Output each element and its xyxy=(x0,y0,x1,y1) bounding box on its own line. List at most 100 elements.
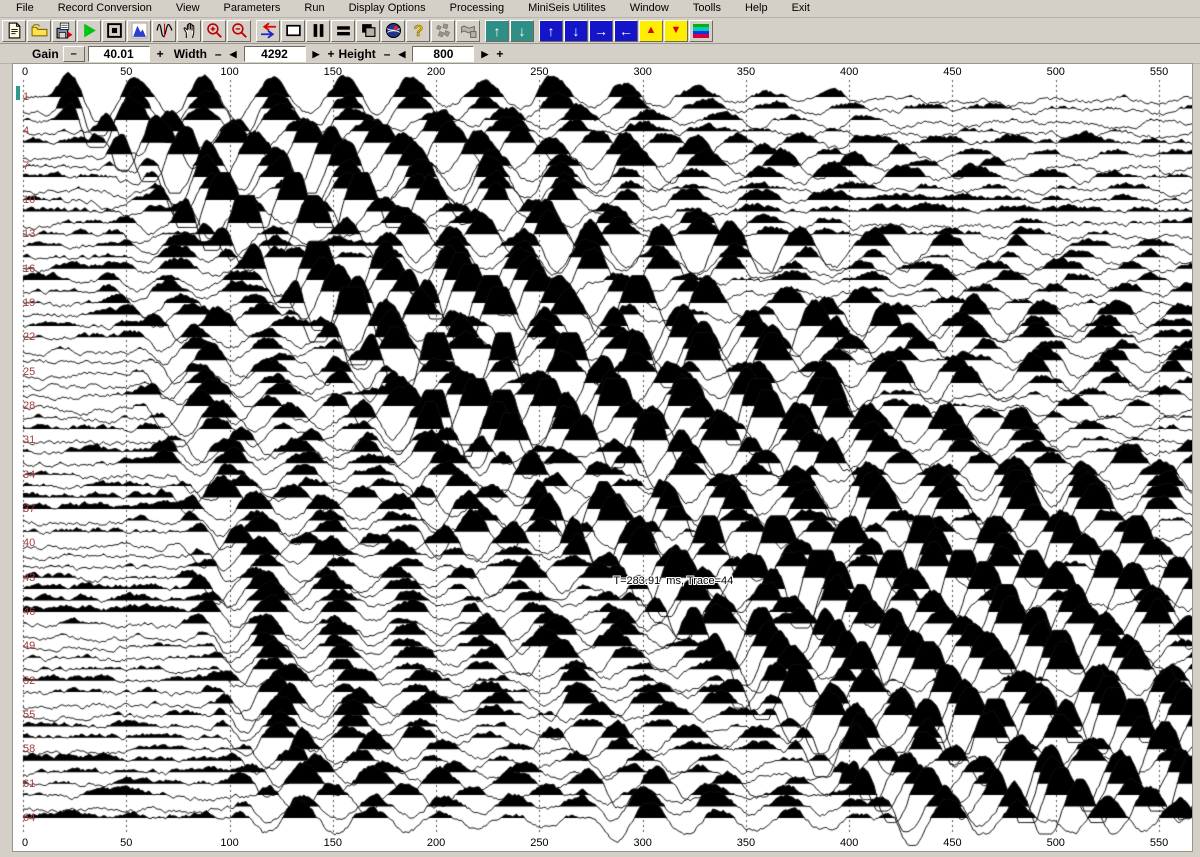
question-icon: ? xyxy=(410,22,427,39)
arrow-right-icon: → xyxy=(594,24,608,38)
cascade-windows-button[interactable] xyxy=(356,20,380,42)
time-tick-bottom-250: 250 xyxy=(530,837,548,849)
time-tick-top-50: 50 xyxy=(120,66,132,78)
plug-icon xyxy=(460,22,477,39)
menu-parameters[interactable]: Parameters xyxy=(212,1,293,16)
zoom-in-button[interactable] xyxy=(202,20,226,42)
gain-label: Gain xyxy=(32,47,59,61)
gain-value-field[interactable]: 40.01 xyxy=(88,46,150,62)
trace-tick-13: 13 xyxy=(23,228,35,240)
pan-hand-button[interactable] xyxy=(177,20,201,42)
trace-tick-34: 34 xyxy=(23,469,35,481)
arrow-down-icon: ↓ xyxy=(573,24,580,38)
time-tick-bottom-350: 350 xyxy=(737,837,755,849)
zoom-out-button[interactable] xyxy=(227,20,251,42)
open-file-button[interactable] xyxy=(27,20,51,42)
gain-increase-button[interactable]: + xyxy=(153,46,168,62)
menu-file[interactable]: File xyxy=(4,1,46,16)
menu-help[interactable]: Help xyxy=(733,1,780,16)
menu-window[interactable]: Window xyxy=(618,1,681,16)
scatter-tool-button[interactable] xyxy=(431,20,455,42)
plot-setup-button[interactable] xyxy=(456,20,480,42)
time-tick-bottom-550: 550 xyxy=(1150,837,1168,849)
height-increase-button[interactable]: + xyxy=(492,46,507,62)
color-scale-button[interactable] xyxy=(689,20,713,42)
trace-down-button[interactable]: ↓ xyxy=(510,20,534,42)
display-globe-button[interactable] xyxy=(381,20,405,42)
stripes-icon xyxy=(693,24,709,38)
trace-tick-25: 25 xyxy=(23,366,35,378)
menu-view[interactable]: View xyxy=(164,1,212,16)
trace-tick-40: 40 xyxy=(23,537,35,549)
swap-direction-button[interactable] xyxy=(256,20,280,42)
seismic-canvas[interactable] xyxy=(13,64,1192,851)
time-tick-bottom-450: 450 xyxy=(943,837,961,849)
trace-tick-31: 31 xyxy=(23,434,35,446)
height-label: Height xyxy=(338,47,375,61)
time-tick-bottom-0: 0 xyxy=(22,837,28,849)
wiggle-icon xyxy=(156,22,173,39)
width-decrease-button[interactable]: – xyxy=(211,46,226,62)
run-button[interactable] xyxy=(77,20,101,42)
trace-up-button[interactable]: ↑ xyxy=(485,20,509,42)
menu-exit[interactable]: Exit xyxy=(780,1,822,16)
width-increase-button[interactable]: + xyxy=(323,46,338,62)
trace-tick-37: 37 xyxy=(23,503,35,515)
trace-tick-64: 64 xyxy=(23,812,35,824)
trace-tick-10: 10 xyxy=(23,194,35,206)
menu-record-conversion[interactable]: Record Conversion xyxy=(46,1,164,16)
stop-button[interactable] xyxy=(102,20,126,42)
help-button[interactable]: ? xyxy=(406,20,430,42)
scatter-icon xyxy=(435,22,452,39)
gain-decrease-button[interactable]: – xyxy=(63,46,85,62)
menu-toolls[interactable]: Toolls xyxy=(681,1,733,16)
swap-arrows-icon xyxy=(260,22,277,39)
menu-display-options[interactable]: Display Options xyxy=(337,1,438,16)
time-tick-top-250: 250 xyxy=(530,66,548,78)
shift-right-button[interactable]: → xyxy=(589,20,613,42)
zoom-out-icon xyxy=(231,22,248,39)
width-step-left-button[interactable]: ◀ xyxy=(226,46,241,62)
shift-down-button[interactable]: ↓ xyxy=(564,20,588,42)
height-value-field[interactable]: 800 xyxy=(412,46,474,62)
histogram-icon xyxy=(131,22,148,39)
trace-tick-55: 55 xyxy=(23,709,35,721)
height-step-left-button[interactable]: ◀ xyxy=(394,46,409,62)
time-tick-top-200: 200 xyxy=(427,66,445,78)
rectangle-select-button[interactable] xyxy=(281,20,305,42)
pause-button[interactable] xyxy=(306,20,330,42)
menu-miniseis-utilites[interactable]: MiniSeis Utilites xyxy=(516,1,618,16)
save-convert-button[interactable] xyxy=(52,20,76,42)
trace-tick-52: 52 xyxy=(23,675,35,687)
gain-down-button[interactable]: ▼ xyxy=(664,20,688,42)
width-value-field[interactable]: 4292 xyxy=(244,46,306,62)
arrow-up-icon: ↑ xyxy=(548,24,555,38)
trace-tick-19: 19 xyxy=(23,297,35,309)
width-label: Width xyxy=(174,47,207,61)
trace-tick-4: 4 xyxy=(23,125,29,137)
trace-tick-43: 43 xyxy=(23,572,35,584)
new-record-button[interactable] xyxy=(2,20,26,42)
shift-up-button[interactable]: ↑ xyxy=(539,20,563,42)
amplitude-spectrum-button[interactable] xyxy=(127,20,151,42)
trace-tick-16: 16 xyxy=(23,263,35,275)
stop-icon xyxy=(106,22,123,39)
menu-run[interactable]: Run xyxy=(292,1,336,16)
horizontal-bars-button[interactable] xyxy=(331,20,355,42)
seismic-plot-area: 0050501001001501502002002502503003003503… xyxy=(13,64,1192,851)
height-decrease-button[interactable]: – xyxy=(380,46,395,62)
shift-left-button[interactable]: ← xyxy=(614,20,638,42)
time-tick-top-400: 400 xyxy=(840,66,858,78)
time-tick-bottom-100: 100 xyxy=(220,837,238,849)
height-step-right-button[interactable]: ▶ xyxy=(477,46,492,62)
width-step-right-button[interactable]: ▶ xyxy=(309,46,324,62)
time-tick-bottom-500: 500 xyxy=(1047,837,1065,849)
pause-icon xyxy=(310,22,327,39)
trace-tick-1: 1 xyxy=(23,91,29,103)
play-icon xyxy=(81,22,98,39)
wiggle-trace-button[interactable] xyxy=(152,20,176,42)
menu-processing[interactable]: Processing xyxy=(438,1,516,16)
gain-up-button[interactable]: ▲ xyxy=(639,20,663,42)
globe-icon xyxy=(385,22,402,39)
gain-toolbar: Gain – 40.01 + Width – ◀ 4292 ▶ + Height… xyxy=(0,44,1200,64)
